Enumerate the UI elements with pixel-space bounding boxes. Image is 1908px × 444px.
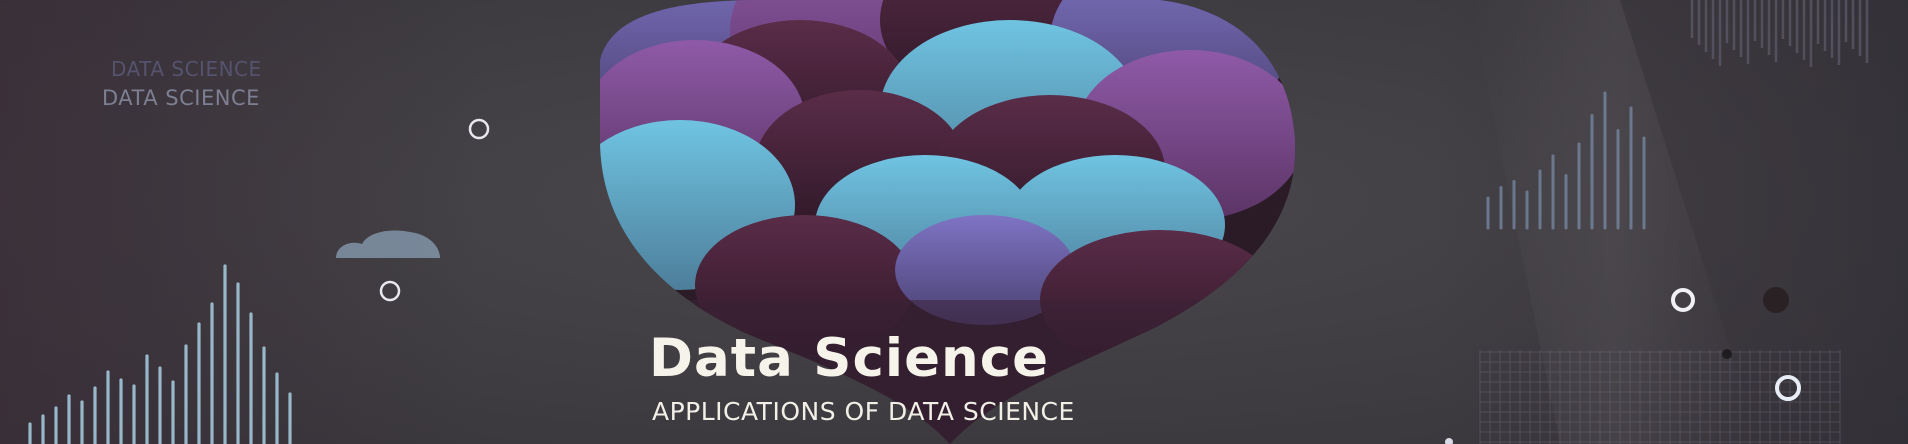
banner: DATA SCIENCE DATA SCIENCE Data Science A… [0,0,1908,444]
dot-icon [1722,349,1732,359]
banner-subtitle: APPLICATIONS OF DATA SCIENCE [652,397,1075,426]
dot-icon [1763,287,1789,313]
banner-title: Data Science [649,328,1050,389]
watermark-text: DATA SCIENCE [102,86,260,110]
watermark-text: DATA SCIENCE [111,57,262,81]
